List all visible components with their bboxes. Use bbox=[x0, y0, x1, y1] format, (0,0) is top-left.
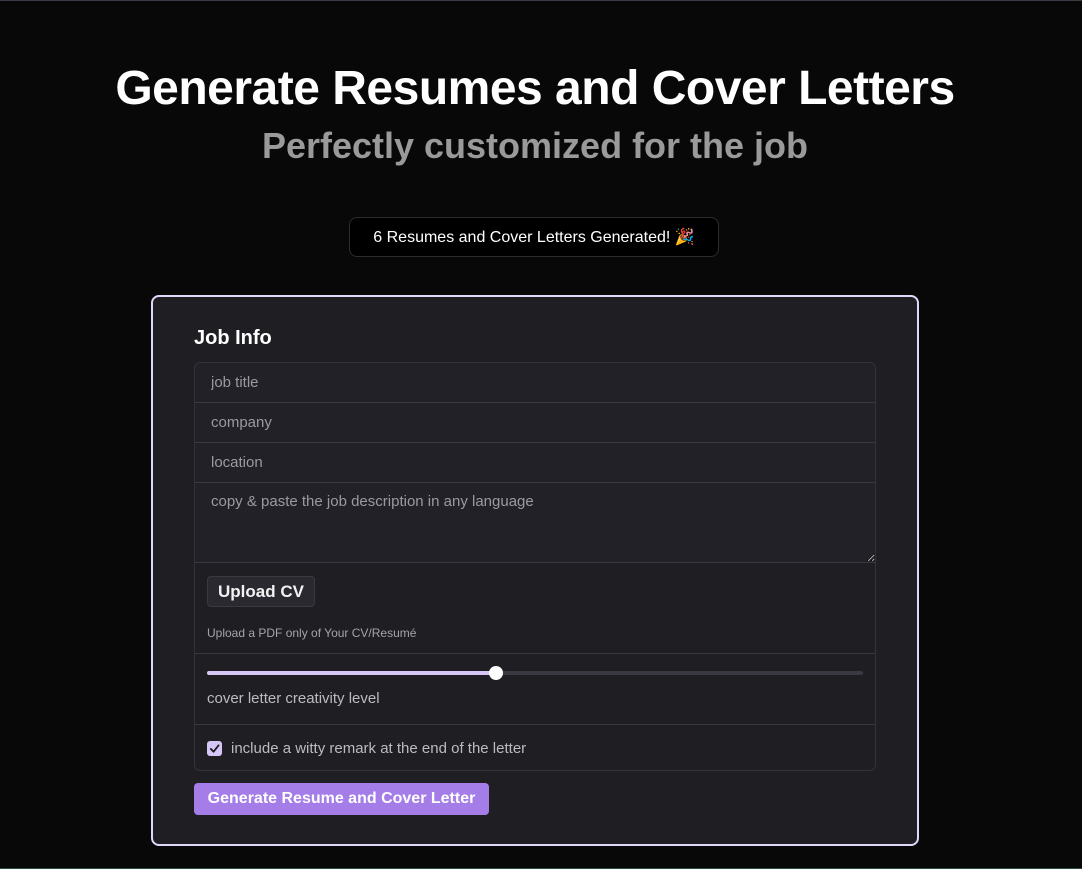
page-subtitle: Perfectly customized for the job bbox=[261, 125, 809, 166]
job-title-input[interactable] bbox=[195, 363, 875, 403]
generated-count-text: 6 Resumes and Cover Letters Generated! 🎉 bbox=[373, 229, 695, 246]
creativity-slider-thumb[interactable] bbox=[488, 666, 503, 680]
job-info-form: Upload CV Upload a PDF only of Your CV/R… bbox=[194, 362, 876, 771]
upload-cv-section: Upload CV Upload a PDF only of Your CV/R… bbox=[195, 563, 875, 654]
witty-remark-checkbox[interactable] bbox=[207, 741, 222, 756]
creativity-slider-track[interactable] bbox=[207, 671, 863, 675]
job-info-card: Job Info Upload CV Upload a PDF only of … bbox=[151, 295, 919, 846]
upload-cv-button[interactable]: Upload CV bbox=[207, 576, 315, 607]
checkmark-icon bbox=[209, 744, 220, 753]
upload-cv-hint: Upload a PDF only of Your CV/Resumé bbox=[207, 626, 417, 640]
job-description-textarea[interactable] bbox=[195, 483, 875, 563]
witty-remark-option: include a witty remark at the end of the… bbox=[195, 725, 875, 770]
page-title: Generate Resumes and Cover Letters bbox=[115, 62, 955, 115]
creativity-slider-label: cover letter creativity level bbox=[207, 690, 380, 707]
company-input[interactable] bbox=[195, 403, 875, 443]
witty-remark-label: include a witty remark at the end of the… bbox=[231, 740, 527, 757]
generated-count-badge: 6 Resumes and Cover Letters Generated! 🎉 bbox=[349, 217, 719, 257]
generate-button[interactable]: Generate Resume and Cover Letter bbox=[194, 783, 489, 815]
creativity-slider-fill bbox=[207, 671, 496, 675]
location-input[interactable] bbox=[195, 443, 875, 483]
job-info-heading: Job Info bbox=[194, 327, 272, 349]
creativity-slider-section: cover letter creativity level bbox=[195, 654, 875, 725]
